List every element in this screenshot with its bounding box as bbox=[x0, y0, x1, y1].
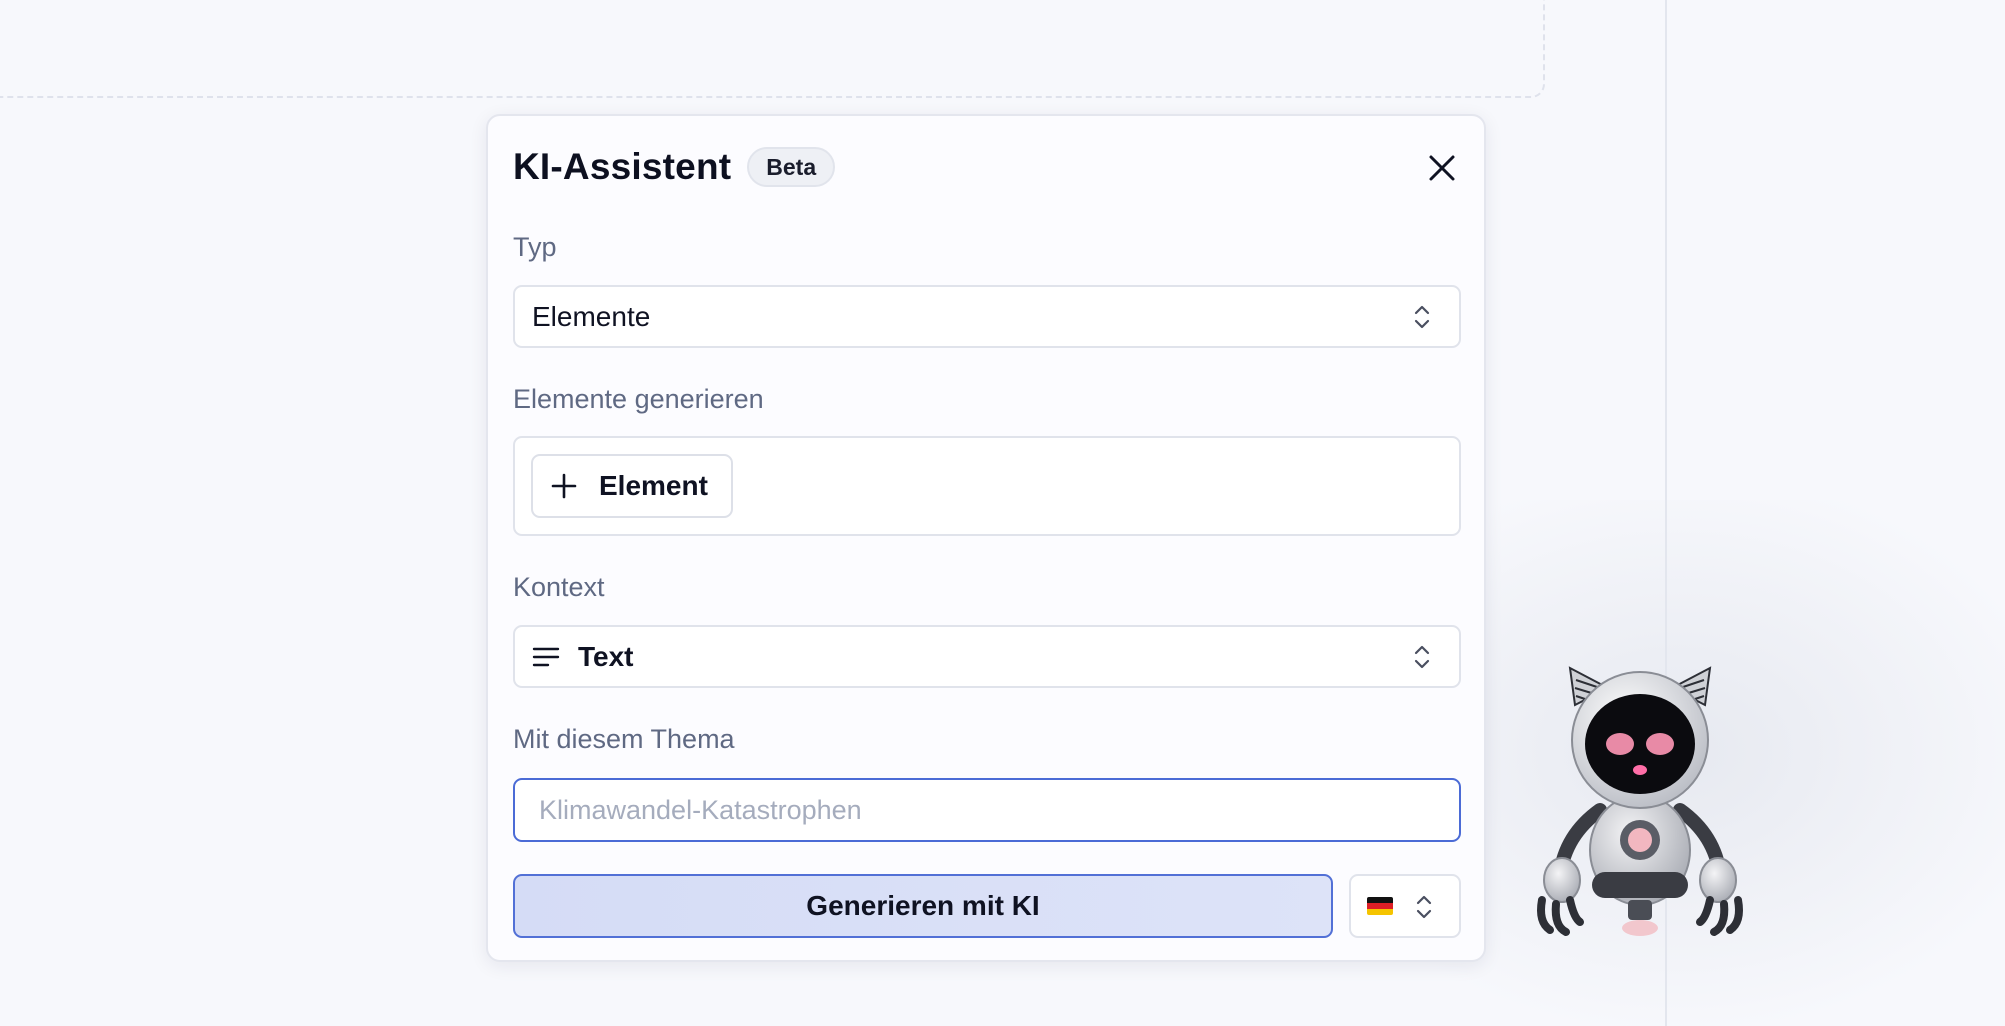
canvas-dropzone bbox=[0, 0, 1545, 98]
type-select-value: Elemente bbox=[532, 300, 651, 332]
app-stage: KI-Assistent Beta Typ Elemente Elemente … bbox=[0, 0, 2005, 1026]
elements-label: Elemente generieren bbox=[513, 384, 764, 414]
text-lines-icon bbox=[532, 647, 560, 666]
german-flag-icon bbox=[1367, 897, 1393, 915]
robot-mascot-icon bbox=[1537, 666, 1743, 936]
close-button[interactable] bbox=[1422, 148, 1462, 188]
context-select-value: Text bbox=[578, 640, 634, 672]
add-element-label: Element bbox=[599, 470, 708, 501]
chevron-up-down-icon bbox=[1414, 305, 1430, 329]
context-label: Kontext bbox=[513, 572, 605, 602]
add-element-button[interactable]: Element bbox=[531, 454, 733, 518]
type-select[interactable]: Elemente bbox=[513, 285, 1461, 348]
beta-badge: Beta bbox=[747, 147, 836, 187]
type-label: Typ bbox=[513, 232, 557, 262]
generate-button[interactable]: Generieren mit KI bbox=[513, 874, 1333, 938]
elements-container: Element bbox=[513, 436, 1461, 536]
topic-input[interactable] bbox=[513, 778, 1461, 842]
chevron-up-down-icon bbox=[1414, 645, 1430, 669]
language-select[interactable] bbox=[1349, 874, 1461, 938]
plus-icon bbox=[551, 473, 577, 499]
topic-label: Mit diesem Thema bbox=[513, 724, 735, 754]
context-select[interactable]: Text bbox=[513, 625, 1461, 688]
panel-header: KI-Assistent Beta bbox=[513, 146, 836, 188]
ai-assistant-panel: KI-Assistent Beta Typ Elemente Elemente … bbox=[486, 114, 1486, 962]
chevron-up-down-icon bbox=[1416, 895, 1432, 919]
panel-title: KI-Assistent bbox=[513, 146, 732, 187]
close-icon bbox=[1429, 155, 1455, 181]
